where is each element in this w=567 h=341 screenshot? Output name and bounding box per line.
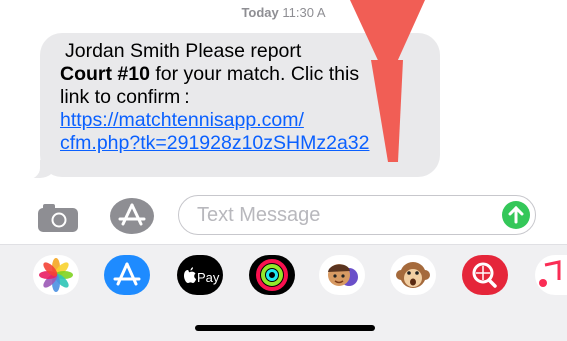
memoji-icon[interactable] xyxy=(319,255,365,295)
message-line-3: link to confirm : xyxy=(60,86,190,108)
app-store-icon[interactable] xyxy=(104,255,150,295)
confirm-link-line-2[interactable]: cfm.php?tk=291928z10zSHMz2a32 xyxy=(60,132,370,154)
music-icon[interactable] xyxy=(535,255,567,295)
app-store-button-icon[interactable] xyxy=(108,197,156,235)
message-text: Jordan Smith Please report Court #10 for… xyxy=(60,40,432,155)
timestamp-time: 11:30 A xyxy=(282,5,326,20)
message-timestamp: Today 11:30 A xyxy=(0,5,567,20)
camera-icon[interactable] xyxy=(38,204,78,232)
apple-pay-label: Pay xyxy=(197,270,220,285)
court-number: Court #10 xyxy=(60,63,150,85)
activity-icon[interactable] xyxy=(249,255,295,295)
web-search-icon[interactable] xyxy=(462,255,508,295)
sender-name: Jordan Smith xyxy=(65,40,180,62)
message-input[interactable]: Text Message xyxy=(178,195,536,235)
message-line-2b: this xyxy=(323,63,360,85)
arrow-up-icon xyxy=(508,205,524,224)
message-line-2: for your match. Clic xyxy=(149,63,324,85)
compose-bar: Text Message xyxy=(0,192,567,242)
animoji-icon[interactable] xyxy=(390,255,436,295)
send-button[interactable] xyxy=(502,201,530,229)
message-line-1: Please report xyxy=(179,40,302,62)
confirm-link-line-1[interactable]: https://matchtennisapp.com/ xyxy=(60,109,304,131)
home-indicator[interactable] xyxy=(195,325,375,331)
timestamp-day: Today xyxy=(241,5,279,20)
apple-pay-icon[interactable]: Pay xyxy=(177,255,223,295)
message-input-placeholder: Text Message xyxy=(197,204,321,226)
photos-icon[interactable] xyxy=(33,255,79,295)
